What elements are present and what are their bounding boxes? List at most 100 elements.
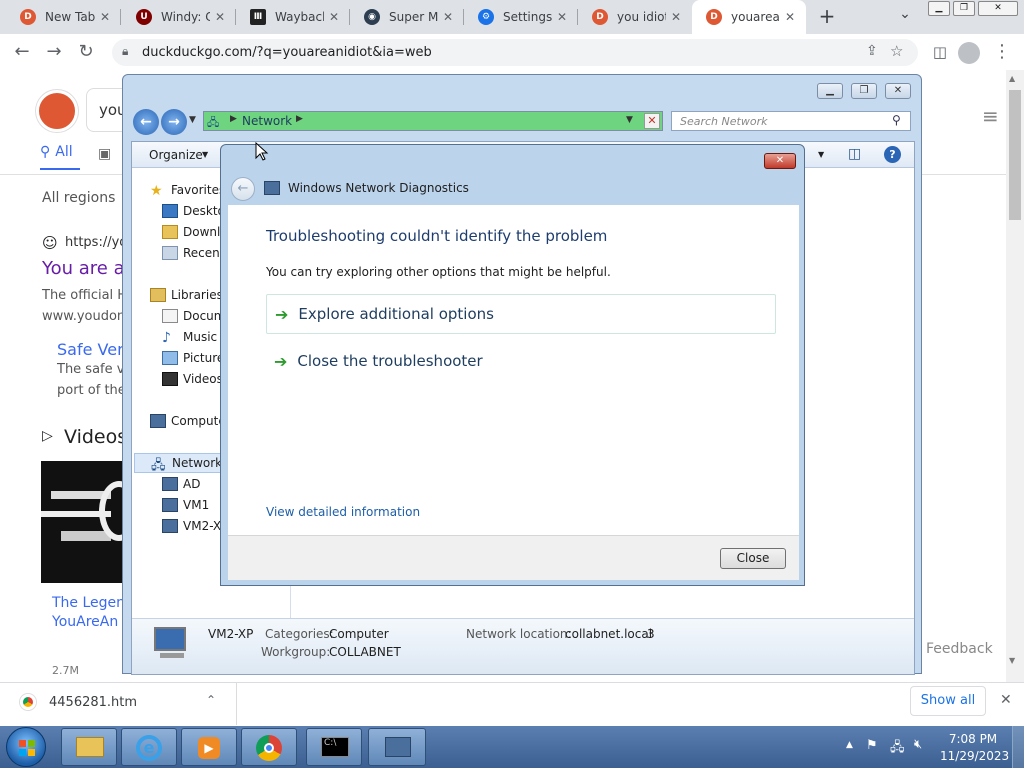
result-url[interactable]: https://yo bbox=[65, 235, 127, 250]
images-icon[interactable]: ▣ bbox=[98, 146, 111, 162]
show-all-button[interactable]: Show all bbox=[910, 686, 986, 716]
tab-youareanidiot-active[interactable]: D youarean ✕ bbox=[692, 0, 806, 34]
nav-computer[interactable]: Compute bbox=[150, 411, 226, 431]
close-icon[interactable]: ✕ bbox=[210, 10, 230, 24]
close-window-icon[interactable]: ✕ bbox=[978, 1, 1018, 16]
share-icon[interactable]: ⇪ bbox=[866, 43, 878, 59]
nav-vm2-xp[interactable]: VM2-XP bbox=[162, 516, 228, 536]
taskbar-explorer[interactable] bbox=[61, 728, 117, 766]
view-dropdown-icon[interactable]: ▼ bbox=[818, 150, 824, 159]
chevron-up-icon[interactable]: ⌃ bbox=[206, 693, 216, 707]
video-title[interactable]: YouAreAn bbox=[52, 614, 118, 630]
taskbar-ie[interactable]: e bbox=[121, 728, 177, 766]
region-selector[interactable]: All regions bbox=[42, 190, 115, 206]
close-icon[interactable]: ✕ bbox=[95, 10, 115, 24]
reload-icon[interactable]: ↻ bbox=[74, 40, 98, 64]
taskbar-network-diagnostics[interactable] bbox=[368, 728, 426, 766]
nav-documents[interactable]: Docum bbox=[162, 306, 225, 326]
close-icon[interactable]: ✕ bbox=[666, 10, 686, 24]
taskbar-chrome[interactable] bbox=[241, 728, 297, 766]
new-tab-button[interactable]: + bbox=[816, 5, 838, 27]
start-button[interactable] bbox=[6, 727, 46, 767]
organize-button[interactable]: Organize bbox=[149, 148, 203, 162]
close-button[interactable]: Close bbox=[720, 548, 786, 569]
minimize-icon[interactable]: ▁ bbox=[928, 1, 950, 16]
network-tray-icon[interactable]: 🖧︎ bbox=[890, 738, 905, 760]
tab-all[interactable]: ⚲ All bbox=[40, 144, 73, 160]
show-hidden-icons[interactable]: ▲ bbox=[846, 740, 853, 750]
sidepanel-icon[interactable]: ◫ bbox=[928, 40, 952, 64]
result-title[interactable]: You are a bbox=[42, 258, 125, 279]
tab-settings[interactable]: ⚙ Settings ✕ bbox=[464, 0, 578, 34]
video-title[interactable]: The Legen bbox=[52, 595, 125, 611]
nav-vm1[interactable]: VM1 bbox=[162, 495, 209, 515]
video-thumbnail[interactable] bbox=[41, 461, 123, 583]
close-window-icon[interactable]: ✕ bbox=[885, 83, 911, 99]
dialog-footer: Close bbox=[228, 535, 799, 580]
bookmark-star-icon[interactable]: ☆ bbox=[890, 42, 903, 60]
green-arrow-icon: ➔ bbox=[275, 304, 289, 324]
close-window-icon[interactable]: ✕ bbox=[764, 153, 796, 169]
clock-time[interactable]: 7:08 PM bbox=[944, 732, 1002, 746]
close-icon[interactable]: ✕ bbox=[324, 10, 344, 24]
tab-wayback[interactable]: Ⅲ Wayback ✕ bbox=[236, 0, 350, 34]
close-icon[interactable]: ✕ bbox=[1000, 692, 1012, 708]
sitelink-title[interactable]: Safe Vers bbox=[57, 340, 132, 359]
breadcrumb-arrow-icon[interactable]: ▶ bbox=[296, 114, 303, 124]
nav-recent[interactable]: Recent bbox=[162, 243, 224, 263]
preview-pane-icon[interactable]: ◫ bbox=[848, 146, 861, 162]
download-filename[interactable]: 4456281.htm bbox=[49, 695, 137, 710]
breadcrumb-network[interactable]: Network bbox=[242, 114, 292, 128]
close-icon[interactable]: ✕ bbox=[438, 10, 458, 24]
explore-options-link[interactable]: ➔ Explore additional options bbox=[266, 294, 776, 334]
nav-favorites[interactable]: ★ Favorites bbox=[150, 180, 225, 200]
duckduckgo-logo[interactable] bbox=[36, 90, 78, 132]
profile-avatar[interactable] bbox=[958, 42, 980, 64]
videos-heading[interactable]: Videos bbox=[64, 426, 127, 448]
volume-muted-icon[interactable]: 🔇︎ bbox=[914, 737, 922, 752]
close-troubleshooter-link[interactable]: ➔ Close the troubleshooter bbox=[266, 341, 776, 381]
close-icon[interactable]: ✕ bbox=[780, 10, 800, 24]
help-icon[interactable]: ? bbox=[884, 146, 901, 163]
restore-icon[interactable]: ❐ bbox=[953, 1, 975, 16]
close-icon[interactable]: ✕ bbox=[552, 10, 572, 24]
forward-icon[interactable]: → bbox=[161, 109, 187, 135]
stop-icon[interactable]: ✕ bbox=[644, 113, 660, 129]
nav-ad[interactable]: AD bbox=[162, 474, 200, 494]
feedback-link[interactable]: Feedback bbox=[926, 641, 993, 657]
nav-downloads[interactable]: Downlo bbox=[162, 222, 228, 242]
tab-new-tab[interactable]: D New Tab ✕ bbox=[6, 0, 121, 34]
menu-kebab-icon[interactable]: ⋮ bbox=[990, 40, 1014, 64]
view-details-link[interactable]: View detailed information bbox=[266, 505, 420, 519]
tab-search-button[interactable]: ⌄ bbox=[894, 6, 916, 28]
taskbar-media-player[interactable]: ▶ bbox=[181, 728, 237, 766]
back-icon[interactable]: ← bbox=[10, 40, 34, 64]
address-dropdown-icon[interactable]: ▼ bbox=[626, 115, 633, 125]
tab-super-ma[interactable]: ◉ Super Ma ✕ bbox=[350, 0, 464, 34]
back-icon[interactable]: ← bbox=[231, 177, 255, 201]
breadcrumb-arrow-icon[interactable]: ▶ bbox=[230, 114, 237, 124]
nav-videos[interactable]: Videos bbox=[162, 369, 223, 389]
page-scrollbar[interactable]: ▲ ▼ bbox=[1006, 70, 1024, 682]
video-meta: 2.7M bbox=[52, 664, 79, 677]
nav-music[interactable]: ♪ Music bbox=[162, 327, 217, 347]
show-desktop-button[interactable] bbox=[1012, 726, 1024, 768]
computer-icon bbox=[162, 498, 178, 512]
hamburger-menu-icon[interactable]: ≡ bbox=[982, 104, 999, 128]
nav-pictures[interactable]: Picture bbox=[162, 348, 224, 368]
address-bar[interactable]: 🔒︎ duckduckgo.com/?q=youareanidiot&ia=we… bbox=[112, 39, 918, 66]
tab-you-idiot[interactable]: D you idiot ✕ bbox=[578, 0, 692, 34]
network-icon: 🖧︎ bbox=[151, 458, 166, 473]
explorer-address-bar[interactable]: 🖧︎ ▶ Network ▶ ▼ ✕ bbox=[203, 111, 663, 131]
recent-pages-dropdown-icon[interactable]: ▼ bbox=[189, 115, 196, 125]
clock-date[interactable]: 11/29/2023 bbox=[940, 749, 1009, 763]
action-center-flag-icon[interactable]: ⚑ bbox=[866, 738, 878, 753]
minimize-icon[interactable]: ▁ bbox=[817, 83, 843, 99]
nav-libraries[interactable]: Libraries bbox=[150, 285, 223, 305]
maximize-icon[interactable]: ❐ bbox=[851, 83, 877, 99]
taskbar-cmd[interactable]: C:\ bbox=[306, 728, 362, 766]
explorer-search-input[interactable]: Search Network ⚲ bbox=[671, 111, 911, 131]
tab-windy[interactable]: U Windy: C ✕ bbox=[122, 0, 236, 34]
forward-icon[interactable]: → bbox=[42, 40, 66, 64]
back-icon[interactable]: ← bbox=[133, 109, 159, 135]
